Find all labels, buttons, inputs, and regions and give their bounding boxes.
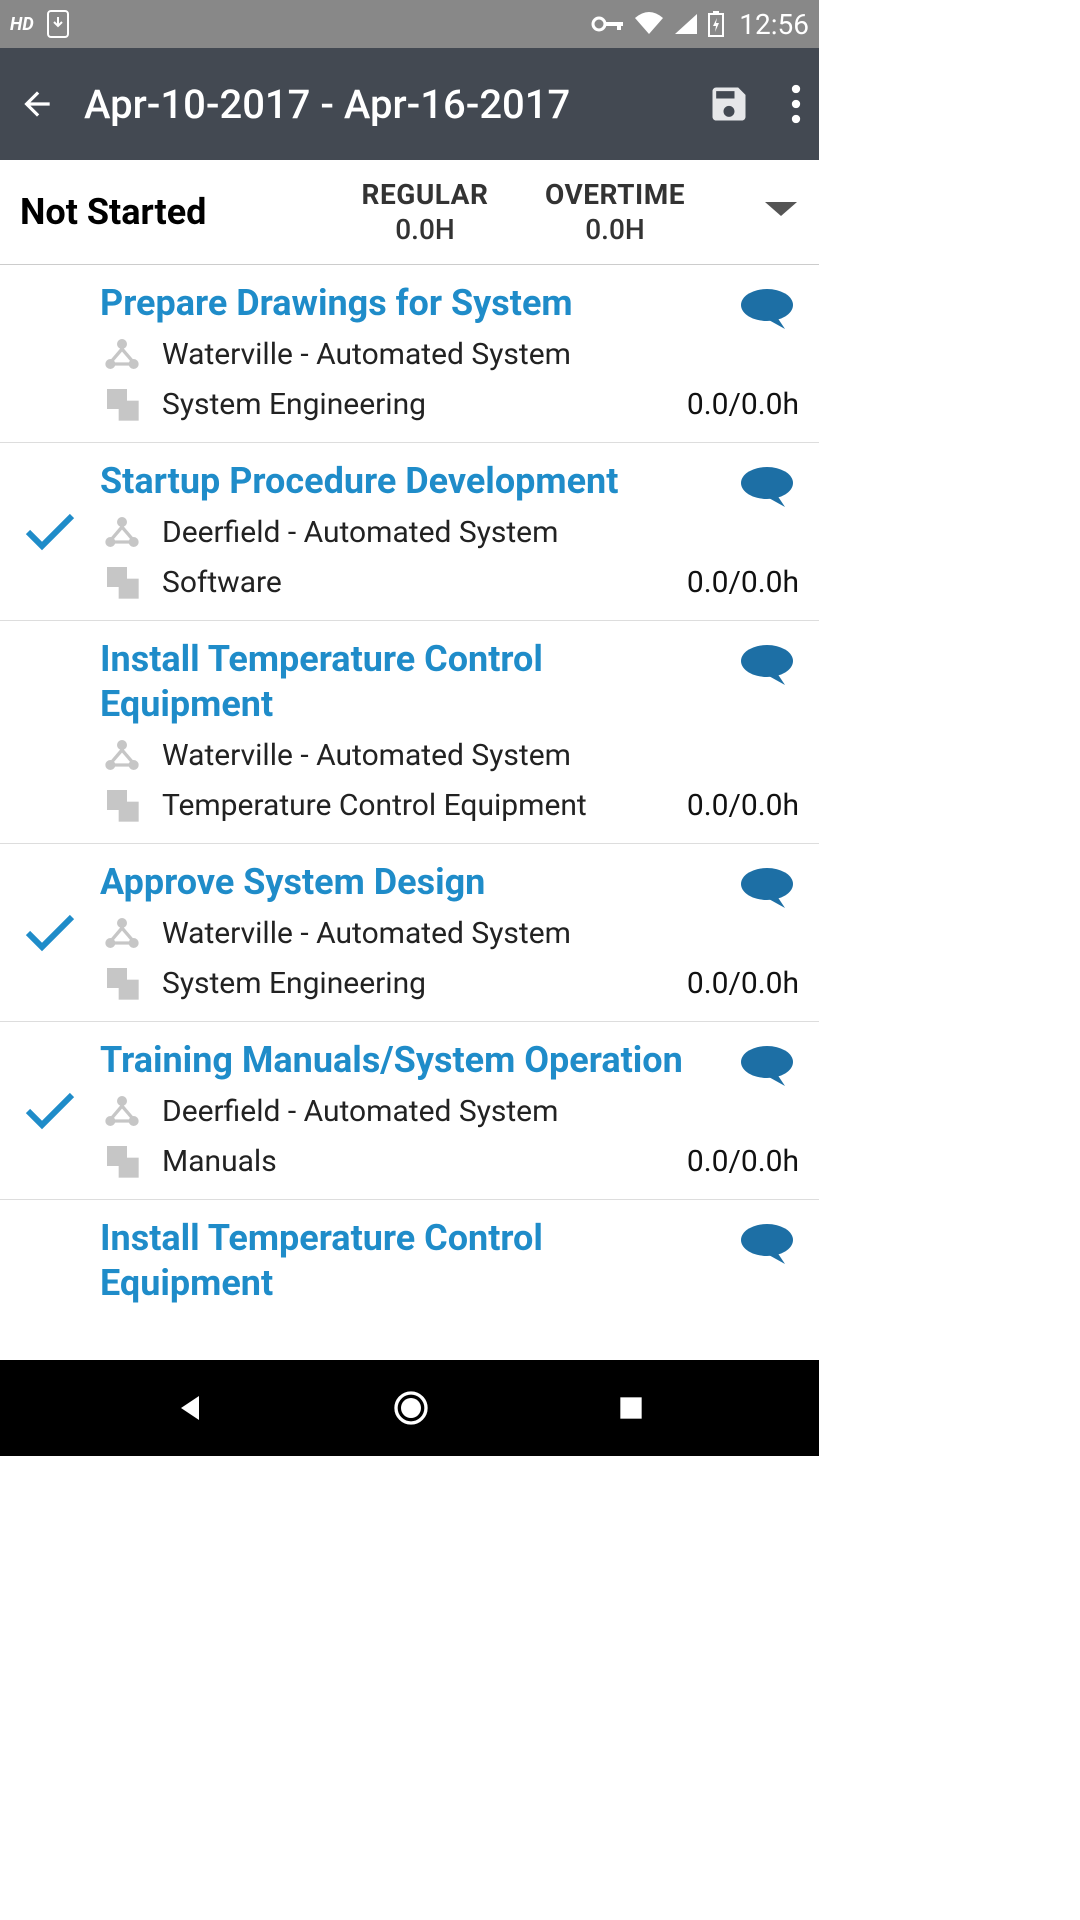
task-list: Prepare Drawings for System Waterville -…	[0, 265, 819, 1322]
task-title: Install Temperature Control Equipment	[100, 1216, 799, 1306]
task-hours: 0.0/0.0h	[687, 387, 799, 422]
task-category: System Engineering	[162, 387, 669, 422]
category-icon	[100, 1139, 144, 1183]
regular-label: REGULAR	[362, 178, 489, 211]
task-check-col[interactable]	[0, 281, 100, 426]
save-button[interactable]	[707, 82, 751, 126]
comment-button[interactable]	[739, 287, 795, 335]
project-icon	[100, 1089, 144, 1133]
page-title: Apr-10-2017 - Apr-16-2017	[84, 81, 679, 128]
task-item[interactable]: Startup Procedure Development Deerfield …	[0, 443, 819, 621]
task-hours: 0.0/0.0h	[687, 966, 799, 1001]
sim-download-icon	[46, 9, 70, 39]
checkmark-icon	[22, 911, 78, 955]
status-bar: HD 12:56	[0, 0, 819, 48]
nav-recent-button[interactable]	[615, 1392, 647, 1424]
task-project: Waterville - Automated System	[162, 337, 799, 372]
task-category: System Engineering	[162, 966, 669, 1001]
back-button[interactable]	[18, 85, 56, 123]
vpn-key-icon	[591, 14, 625, 34]
task-check-col[interactable]	[0, 860, 100, 1005]
summary-status: Not Started	[20, 191, 330, 233]
category-icon	[100, 961, 144, 1005]
wifi-icon	[633, 12, 665, 36]
project-icon	[100, 510, 144, 554]
task-item[interactable]: Training Manuals/System Operation Deerfi…	[0, 1022, 819, 1200]
project-icon	[100, 733, 144, 777]
hd-indicator: HD	[10, 14, 34, 35]
task-hours: 0.0/0.0h	[687, 565, 799, 600]
expand-dropdown-button[interactable]	[763, 200, 799, 224]
project-icon	[100, 332, 144, 376]
overtime-label: OVERTIME	[545, 178, 685, 211]
task-title: Prepare Drawings for System	[100, 281, 799, 326]
checkmark-icon	[22, 1089, 78, 1133]
regular-value: 0.0H	[395, 213, 454, 246]
task-title: Training Manuals/System Operation	[100, 1038, 799, 1083]
task-check-col[interactable]	[0, 1038, 100, 1183]
task-item[interactable]: Install Temperature Control Equipment Wa…	[0, 621, 819, 844]
regular-hours-col: REGULAR 0.0H	[330, 178, 520, 246]
task-item[interactable]: Prepare Drawings for System Waterville -…	[0, 265, 819, 443]
task-item[interactable]: Approve System Design Waterville - Autom…	[0, 844, 819, 1022]
task-project: Waterville - Automated System	[162, 916, 799, 951]
cell-signal-icon	[673, 12, 699, 36]
comment-button[interactable]	[739, 1044, 795, 1092]
task-project: Waterville - Automated System	[162, 738, 799, 773]
comment-button[interactable]	[739, 1222, 795, 1270]
project-icon	[100, 911, 144, 955]
android-navbar	[0, 1360, 819, 1456]
task-category: Temperature Control Equipment	[162, 788, 669, 823]
task-check-col[interactable]	[0, 459, 100, 604]
overflow-menu-button[interactable]	[791, 84, 801, 124]
nav-home-button[interactable]	[391, 1388, 431, 1428]
task-project: Deerfield - Automated System	[162, 515, 799, 550]
comment-button[interactable]	[739, 643, 795, 691]
category-icon	[100, 560, 144, 604]
task-hours: 0.0/0.0h	[687, 788, 799, 823]
comment-button[interactable]	[739, 866, 795, 914]
category-icon	[100, 783, 144, 827]
nav-back-button[interactable]	[172, 1390, 208, 1426]
overtime-value: 0.0H	[585, 213, 644, 246]
task-check-col[interactable]	[0, 637, 100, 827]
status-right: 12:56	[591, 8, 809, 41]
checkmark-icon	[22, 510, 78, 554]
task-title: Startup Procedure Development	[100, 459, 799, 504]
task-category: Software	[162, 565, 669, 600]
summary-bar: Not Started REGULAR 0.0H OVERTIME 0.0H	[0, 160, 819, 265]
task-title: Install Temperature Control Equipment	[100, 637, 799, 727]
overtime-hours-col: OVERTIME 0.0H	[520, 178, 710, 246]
task-check-col[interactable]	[0, 1216, 100, 1306]
status-left: HD	[10, 9, 70, 39]
category-icon	[100, 382, 144, 426]
task-project: Deerfield - Automated System	[162, 1094, 799, 1129]
app-bar: Apr-10-2017 - Apr-16-2017	[0, 48, 819, 160]
task-category: Manuals	[162, 1144, 669, 1179]
comment-button[interactable]	[739, 465, 795, 513]
task-title: Approve System Design	[100, 860, 799, 905]
battery-charging-icon	[707, 10, 725, 38]
task-item[interactable]: Install Temperature Control Equipment	[0, 1200, 819, 1322]
clock-time: 12:56	[739, 8, 809, 41]
task-hours: 0.0/0.0h	[687, 1144, 799, 1179]
